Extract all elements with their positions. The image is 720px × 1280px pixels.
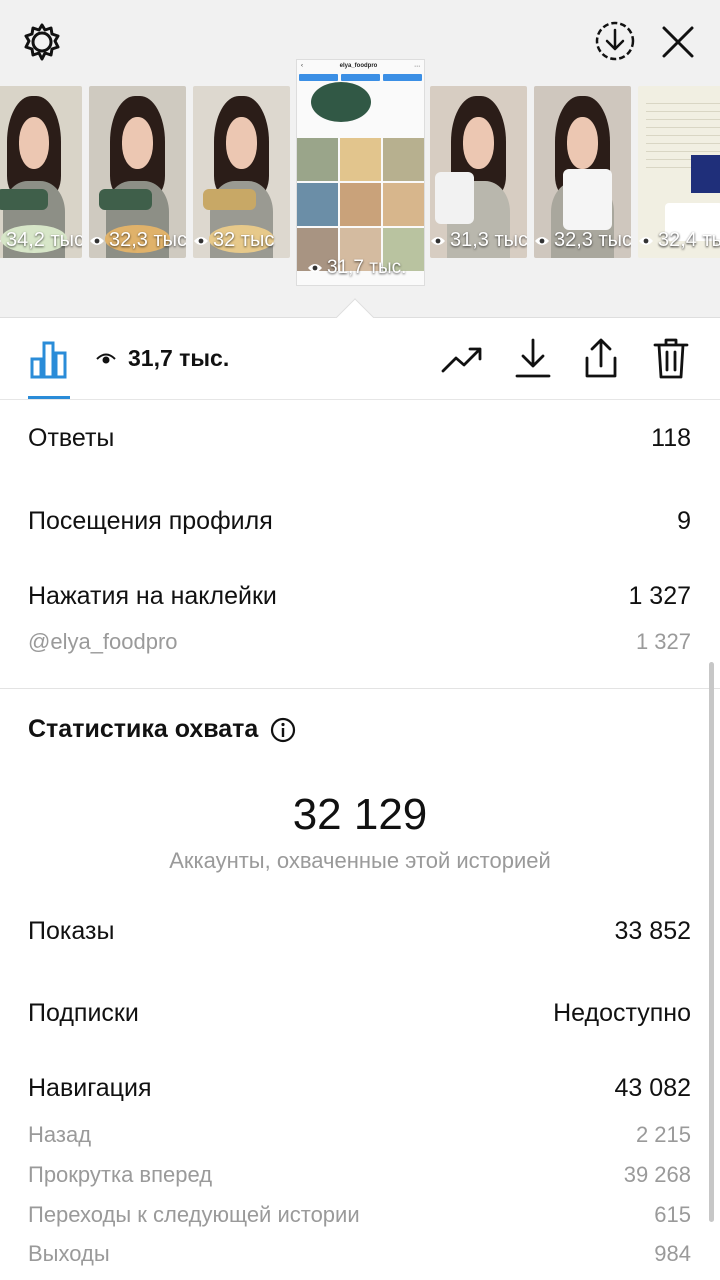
delete-button[interactable] (648, 334, 694, 382)
close-button[interactable] (656, 20, 700, 64)
stat-label: Подписки (28, 999, 139, 1027)
stat-value: 615 (654, 1202, 691, 1227)
stat-row-follows: Подписки Недоступно (28, 999, 691, 1028)
eye-icon (90, 236, 104, 245)
promote-button[interactable] (438, 338, 486, 382)
eye-icon (96, 353, 116, 363)
stat-label: Навигация (28, 1074, 152, 1102)
accounts-reached-value: 32 129 (292, 790, 428, 839)
stat-label: Нажатия на наклейки (28, 582, 277, 610)
mini-photo-grid (297, 138, 424, 271)
stat-subrow-forward: Прокрутка вперед 39 268 (28, 1162, 691, 1188)
stat-value: 1 327 (635, 629, 691, 654)
stat-label: Посещения профиля (28, 507, 273, 535)
stat-label: Ответы (28, 424, 115, 452)
stat-value: 33 852 (614, 917, 691, 945)
share-button[interactable] (578, 334, 624, 382)
stat-row-replies: Ответы 118 (28, 424, 691, 453)
close-icon (662, 26, 694, 58)
trash-icon (653, 338, 689, 379)
active-tab-indicator (28, 396, 70, 399)
reach-section-title: Статистика охвата (28, 715, 296, 744)
eye-icon (431, 236, 445, 245)
story-strip: 34,2 тыс 32,3 тыс 32 тыс ‹ elya_foodpro ⋯ (0, 0, 720, 318)
story-thumbnail[interactable]: 31,3 тыс (430, 86, 527, 258)
stat-value: 43 082 (614, 1074, 691, 1102)
stat-value: 984 (654, 1241, 691, 1266)
stat-subrow-exits: Выходы 984 (28, 1241, 691, 1267)
scrollbar[interactable] (709, 662, 714, 1222)
stat-value: 118 (651, 424, 691, 452)
section-divider (0, 688, 720, 689)
view-count: 31,3 тыс (430, 229, 527, 252)
story-thumbnail[interactable]: 34,2 тыс (0, 86, 82, 258)
trending-up-icon (441, 347, 482, 373)
accounts-reached-label: Аккаунты, охваченные этой историей (169, 848, 551, 873)
mini-profile-header: ‹ elya_foodpro ⋯ (301, 63, 420, 70)
view-count: 32,3 тыс (89, 229, 186, 252)
view-count: 32,3 тыс (534, 229, 631, 252)
stat-value: 39 268 (623, 1162, 691, 1187)
save-story-button[interactable] (592, 18, 638, 64)
eye-icon (308, 264, 322, 272)
story-thumbnail[interactable]: 32,3 тыс (534, 86, 631, 258)
story-thumbnail[interactable]: 32,3 тыс (89, 86, 186, 258)
view-count: 31,7 тыс. (307, 257, 406, 279)
stat-row-impressions: Показы 33 852 (28, 917, 691, 946)
share-icon (585, 338, 617, 378)
bar-chart-icon (30, 341, 67, 379)
view-count: 32 тыс (193, 229, 274, 252)
story-thumbnail[interactable]: 32 тыс (193, 86, 290, 258)
stat-label: Переходы к следующей истории (28, 1202, 360, 1227)
stat-label: Показы (28, 917, 115, 945)
story-thumbnail[interactable]: 32,4 тыс (638, 86, 720, 258)
download-circle-icon (595, 21, 635, 61)
download-icon (515, 338, 551, 378)
stat-value: 2 215 (635, 1122, 691, 1147)
stat-row-profile-visits: Посещения профиля 9 (28, 507, 691, 536)
views-summary: 31,7 тыс. (96, 345, 229, 372)
stat-label: Прокрутка вперед (28, 1162, 213, 1187)
stat-label: Назад (28, 1122, 92, 1147)
stat-label: Выходы (28, 1241, 110, 1266)
eye-icon (0, 239, 1, 242)
settings-button[interactable] (20, 20, 64, 64)
eye-icon (194, 236, 208, 245)
view-count: 32,4 тыс (638, 229, 720, 252)
stat-value: Недоступно (553, 999, 691, 1027)
gear-icon (24, 23, 60, 61)
stat-value: 1 327 (628, 582, 691, 610)
stat-subrow-mention: @elya_foodpro 1 327 (28, 629, 691, 655)
stat-label: @elya_foodpro (28, 629, 178, 654)
info-icon[interactable] (270, 717, 296, 743)
mini-sticker (311, 82, 371, 122)
tab-insights[interactable] (24, 334, 74, 382)
eye-icon (535, 236, 549, 245)
eye-icon (639, 236, 653, 245)
selected-story-thumbnail[interactable]: ‹ elya_foodpro ⋯ 31,7 тыс. (297, 60, 424, 285)
mini-buttons (297, 72, 424, 83)
stat-subrow-next-story: Переходы к следующей истории 615 (28, 1202, 691, 1228)
stat-row-navigation: Навигация 43 082 (28, 1074, 691, 1103)
stat-value: 9 (677, 507, 691, 535)
download-button[interactable] (510, 334, 556, 382)
stat-row-sticker-taps[interactable]: Нажатия на наклейки 1 327 (28, 582, 691, 611)
view-count: 34,2 тыс (0, 229, 82, 252)
stat-subrow-back: Назад 2 215 (28, 1122, 691, 1148)
